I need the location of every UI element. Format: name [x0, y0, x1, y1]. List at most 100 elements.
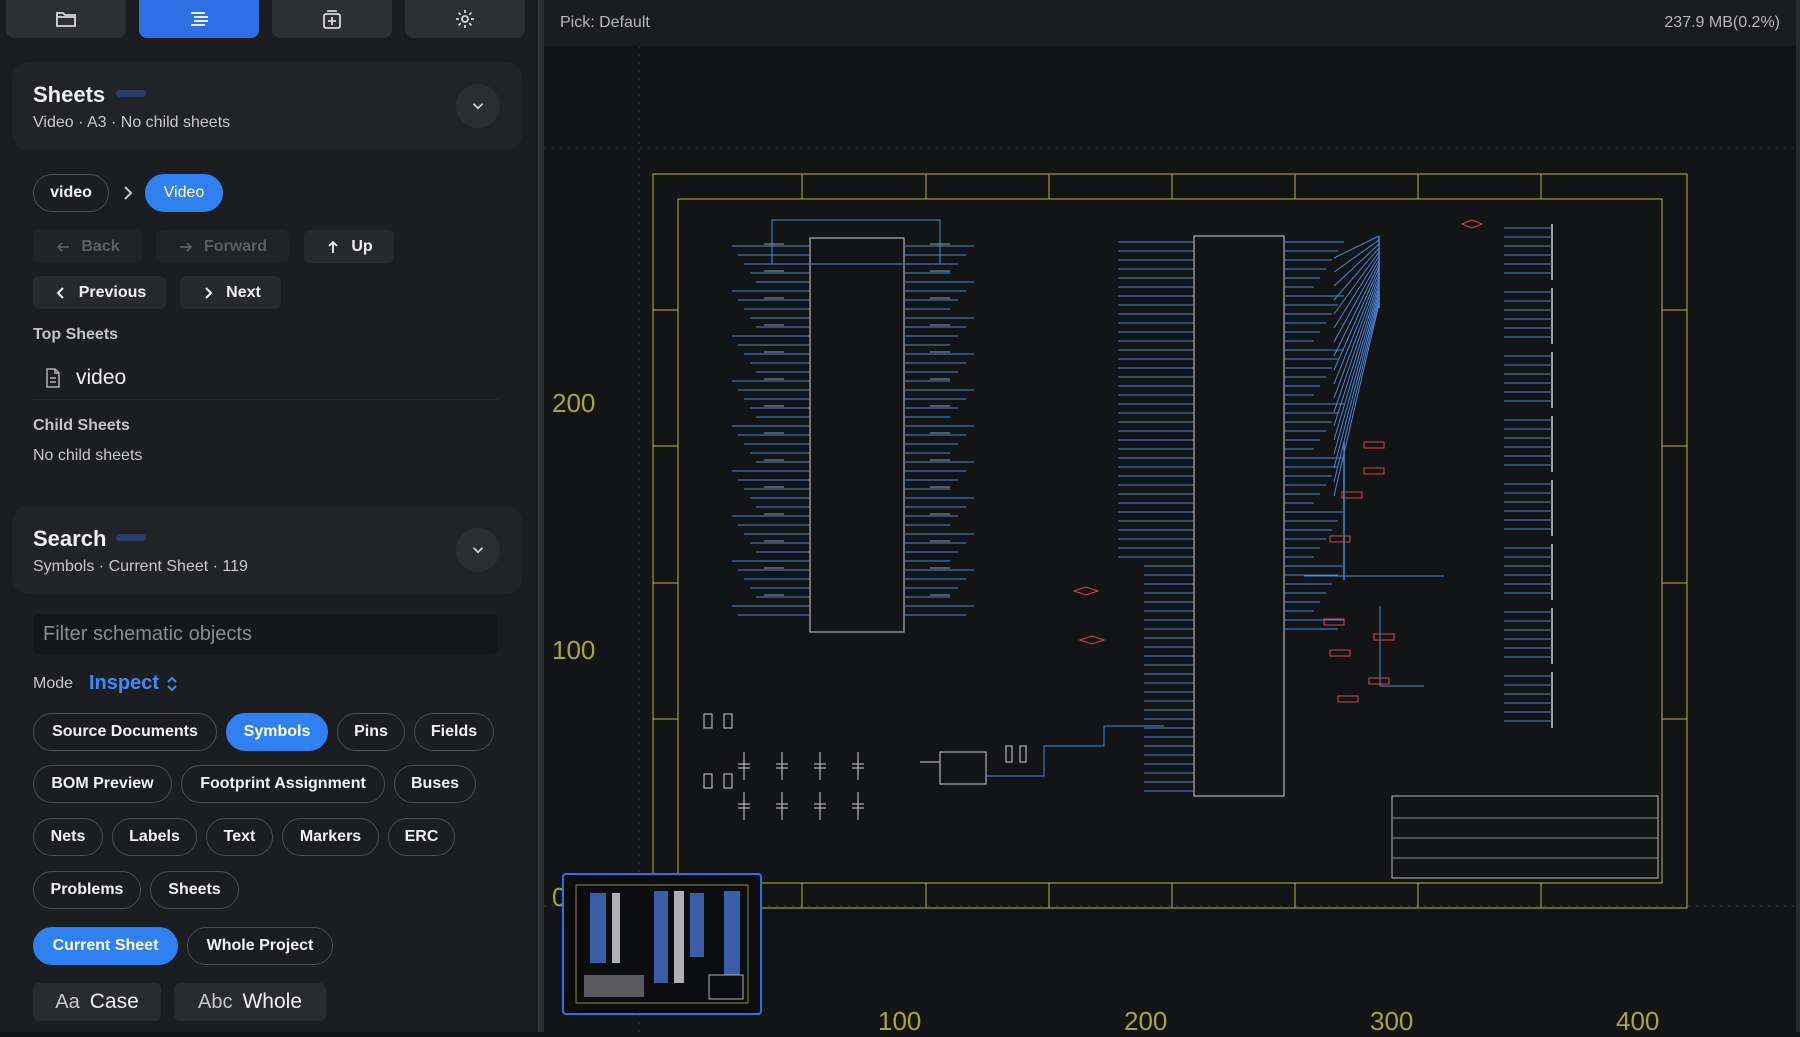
forward-button[interactable]: Forward	[156, 230, 289, 263]
resistor	[1019, 745, 1027, 763]
category-erc[interactable]: ERC	[388, 818, 455, 856]
capacitor	[723, 713, 733, 729]
net-marker	[1368, 677, 1390, 685]
arrow-left-icon	[57, 241, 70, 252]
chevron-right-icon	[124, 186, 133, 200]
case-label: Case	[89, 990, 139, 1013]
toolbar-tabs	[6, 0, 530, 38]
whole-prefix: Abc	[198, 990, 233, 1013]
minimap[interactable]	[562, 873, 762, 1015]
canvas-status-bar: Pick: Default 237.9 MB(0.2%)	[544, 0, 1800, 46]
previous-button[interactable]: Previous	[33, 276, 166, 309]
tab-navigator[interactable]	[139, 0, 259, 38]
category-fields[interactable]: Fields	[414, 713, 494, 751]
document-icon	[46, 368, 60, 388]
sheets-card-header: Sheets Video · A3 · No child sheets	[12, 62, 522, 150]
sheets-subtitle: Video · A3 · No child sheets	[33, 114, 231, 131]
sheet-frame-inner	[677, 198, 1663, 884]
breadcrumb-video-current[interactable]: Video	[145, 174, 223, 212]
category-footprint-assignment[interactable]: Footprint Assignment	[181, 765, 385, 803]
net-marker	[1363, 467, 1385, 475]
resistor	[1005, 745, 1013, 763]
scope-whole-project[interactable]: Whole Project	[187, 927, 333, 965]
memory-usage: 237.9 MB(0.2%)	[1664, 14, 1780, 31]
top-sheets-heading: Top Sheets	[33, 326, 119, 343]
back-button[interactable]: Back	[33, 230, 142, 263]
category-labels[interactable]: Labels	[112, 818, 197, 856]
match-case-toggle[interactable]: Aa Case	[33, 983, 161, 1021]
bus-entry	[1333, 243, 1380, 287]
ic-u1	[809, 237, 905, 633]
capacitor	[703, 773, 713, 789]
up-button[interactable]: Up	[304, 230, 394, 263]
y-axis-label-100: 100	[552, 635, 596, 665]
category-problems[interactable]: Problems	[33, 871, 141, 909]
tab-add-sheet[interactable]	[272, 0, 392, 38]
search-title-pill	[116, 534, 146, 541]
ic-u2	[1193, 235, 1285, 797]
chevron-updown-icon	[167, 676, 177, 691]
wire-bus	[771, 219, 941, 265]
whole-word-toggle[interactable]: Abc Whole	[174, 983, 326, 1021]
net-marker	[1337, 695, 1359, 703]
tab-settings[interactable]	[405, 0, 525, 38]
gear-icon	[456, 10, 474, 28]
next-button[interactable]: Next	[180, 276, 281, 309]
back-label: Back	[81, 237, 120, 255]
bus-entry	[1333, 235, 1380, 259]
x-axis-label-400: 400	[1616, 1006, 1660, 1036]
category-bom-preview[interactable]: BOM Preview	[33, 765, 172, 803]
forward-label: Forward	[203, 237, 268, 255]
mode-label: Mode	[33, 675, 74, 692]
child-sheets-empty: No child sheets	[33, 447, 143, 464]
search-card-header: Search Symbols · Current Sheet · 119	[12, 506, 522, 594]
title-block	[1391, 795, 1659, 879]
category-nets[interactable]: Nets	[33, 818, 103, 856]
whole-label: Whole	[242, 990, 302, 1013]
category-pins[interactable]: Pins	[337, 713, 405, 751]
sidebar: Sheets Video · A3 · No child sheets vide…	[0, 0, 538, 1032]
previous-label: Previous	[78, 283, 147, 301]
canvas-right-edge	[1796, 0, 1800, 1032]
category-buses[interactable]: Buses	[394, 765, 476, 803]
x-axis-label-200: 200	[1124, 1006, 1168, 1036]
port-marker	[1072, 586, 1100, 596]
mode-value: Inspect	[89, 672, 160, 694]
top-sheet-label: video	[76, 366, 127, 389]
scope-current-sheet[interactable]: Current Sheet	[33, 927, 178, 965]
x-axis-label-100: 100	[878, 1006, 922, 1036]
sheet-frame-outer	[652, 173, 1688, 909]
tab-files[interactable]	[6, 0, 126, 38]
y-axis-label-200: 200	[552, 388, 596, 418]
sheets-collapse-button[interactable]	[456, 84, 500, 128]
up-label: Up	[351, 237, 373, 255]
category-symbols[interactable]: Symbols	[226, 713, 328, 751]
net-marker	[1373, 633, 1395, 641]
child-sheets-heading: Child Sheets	[33, 417, 130, 434]
chevron-down-icon	[472, 547, 484, 554]
net-marker	[1329, 535, 1351, 543]
capacitor	[703, 713, 713, 729]
wire	[986, 725, 1164, 777]
search-input[interactable]	[33, 614, 498, 654]
top-sheet-item[interactable]: video	[33, 357, 498, 400]
breadcrumb-video-root[interactable]: video	[33, 174, 109, 212]
port-marker	[1078, 635, 1106, 645]
arrow-up-icon	[328, 240, 338, 253]
net-marker	[1363, 441, 1385, 449]
category-text[interactable]: Text	[206, 818, 273, 856]
x-axis-label-300: 300	[1370, 1006, 1414, 1036]
case-prefix: Aa	[55, 990, 80, 1013]
regulator	[939, 751, 987, 785]
sheets-title-pill	[116, 90, 146, 97]
category-sheets[interactable]: Sheets	[150, 871, 239, 909]
schematic-canvas[interactable]: Pick: Default 237.9 MB(0.2%) 200 100 0 1…	[544, 0, 1800, 1036]
search-collapse-button[interactable]	[456, 528, 500, 572]
category-source-documents[interactable]: Source Documents	[33, 713, 217, 751]
port-marker	[1460, 219, 1484, 229]
category-markers[interactable]: Markers	[282, 818, 379, 856]
pick-mode-label: Pick: Default	[560, 14, 650, 31]
arrow-right-icon	[179, 241, 193, 252]
capacitor	[723, 773, 733, 789]
mode-selector[interactable]: Inspect	[89, 672, 179, 695]
